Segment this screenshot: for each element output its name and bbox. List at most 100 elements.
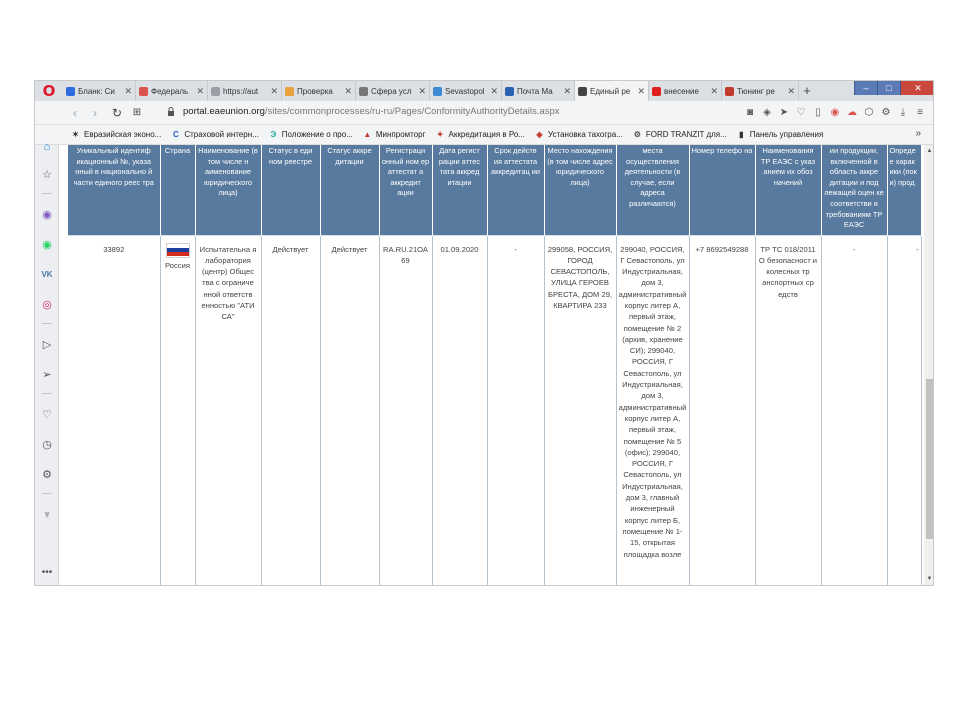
sidebar-divider <box>42 493 52 494</box>
new-tab-icon[interactable]: + <box>799 83 815 99</box>
sidebar-divider <box>42 323 52 324</box>
ford-icon: ⚙ <box>633 130 641 139</box>
settings-icon[interactable]: ⚙ <box>879 105 893 121</box>
bookmark-item[interactable]: C Страховой интерн... <box>171 130 259 139</box>
cell-id: 33892 <box>68 234 161 585</box>
tab-proverka[interactable]: Проверка ✕ <box>282 81 356 101</box>
tab-close-icon[interactable]: ✕ <box>490 86 498 97</box>
column-header[interactable]: Статус в еди ном реестре <box>261 145 321 235</box>
favicon-icon <box>66 86 75 96</box>
tab-mail[interactable]: Почта Ма ✕ <box>502 81 575 101</box>
column-header[interactable]: Номер телефо на <box>689 145 756 235</box>
tab-sevastopol[interactable]: Sevastopol ✕ <box>430 81 502 101</box>
player-icon[interactable]: ▷ <box>39 337 55 353</box>
tab-close-icon[interactable]: ✕ <box>124 86 132 97</box>
scroll-down-icon[interactable]: ▼ <box>925 575 933 584</box>
close-window-button[interactable]: ✕ <box>900 81 933 95</box>
tab-close-icon[interactable]: ✕ <box>270 86 278 97</box>
messenger-icon[interactable]: ◉ <box>39 207 55 223</box>
column-header[interactable]: ии продукции, включенной в область аккре… <box>821 145 888 235</box>
tachograph-icon: ◈ <box>536 130 543 139</box>
scroll-up-icon[interactable]: ▲ <box>925 147 933 156</box>
url-host: portal.eaeunion.org <box>183 106 265 117</box>
column-header[interactable]: Наименования ТР ЕАЭС с указ анием их обо… <box>755 145 822 235</box>
tab-close-icon[interactable]: ✕ <box>637 86 645 97</box>
tab-strip: O Бланк: Си ✕ Федераль ✕ https://aut ✕ П… <box>35 81 933 101</box>
camera-icon[interactable]: ◙ <box>743 105 757 121</box>
column-header[interactable]: Регистраци онный ном ер аттестат а аккре… <box>379 145 433 235</box>
opera-menu-icon[interactable]: O <box>41 83 57 99</box>
tab-close-icon[interactable]: ✕ <box>344 86 352 97</box>
heart-icon[interactable]: ♡ <box>39 407 55 423</box>
column-header[interactable]: Уникальный идентиф икационный №, указа н… <box>68 145 161 235</box>
column-header[interactable]: места осуществления деятельности (в случ… <box>616 145 690 235</box>
home-icon[interactable]: ⌂ <box>39 139 55 155</box>
bookmark-item[interactable]: ✶ Евразийская эконо... <box>71 130 161 139</box>
bookmark-item[interactable]: ▮ Панель управления <box>737 130 823 139</box>
speed-dial-icon[interactable]: ⊞ <box>129 105 145 121</box>
cell-activity-address: 299040, РОССИЯ, Г Севастополь, ул Индуст… <box>616 234 690 585</box>
column-header[interactable]: Наименование (в том числе н аименование … <box>195 145 262 235</box>
send-icon[interactable]: ➤ <box>777 105 791 121</box>
bookmark-item[interactable]: ⚙ FORD TRANZIT для... <box>633 130 727 139</box>
tab-federal[interactable]: Федераль ✕ <box>136 81 208 101</box>
tab-close-icon[interactable]: ✕ <box>563 86 571 97</box>
bookmark-icon[interactable]: ▯ <box>811 105 825 121</box>
table-row[interactable]: 33892 Россия Испытательна я лаборатория … <box>68 234 922 585</box>
tab-label: внесение <box>664 86 699 96</box>
column-header[interactable]: Срок действ ия аттестата аккредитац ии <box>487 145 545 235</box>
tab-close-icon[interactable]: ✕ <box>710 86 718 97</box>
minimize-button[interactable]: – <box>854 81 877 95</box>
eaeu-icon: ✶ <box>72 130 79 139</box>
country-name: Россия <box>165 260 190 270</box>
lock-icon[interactable] <box>167 107 175 116</box>
tab-close-icon[interactable]: ✕ <box>787 86 795 97</box>
settings-icon[interactable]: ⚙ <box>39 467 55 483</box>
tab-close-icon[interactable]: ✕ <box>418 86 426 97</box>
column-header[interactable]: Статус аккре дитации <box>320 145 380 235</box>
cell-accreditation-status: Действует <box>320 234 380 585</box>
cloud-icon[interactable]: ☁ <box>845 105 859 121</box>
more-icon[interactable]: ••• <box>39 565 55 581</box>
vk-icon[interactable]: VK <box>39 267 55 283</box>
more-bookmarks-icon[interactable]: » <box>915 128 921 139</box>
maximize-button[interactable]: □ <box>877 81 900 95</box>
bookmark-item[interactable]: Э Положение о про... <box>269 130 352 139</box>
tab-vnesenie[interactable]: внесение ✕ <box>649 81 722 101</box>
bookmark-item[interactable]: ◈ Установка тахогра... <box>535 130 622 139</box>
column-header[interactable]: Дата регист рации аттес тата аккред итац… <box>432 145 488 235</box>
instagram-icon[interactable]: ◎ <box>39 297 55 313</box>
cell-tr-names: ТР ТС 018/2011 О безопасност и колесных … <box>755 234 822 585</box>
forward-icon[interactable]: › <box>87 105 103 121</box>
back-icon[interactable]: ‹ <box>67 105 83 121</box>
bookmark-item[interactable]: ✦ Аккредитация в Ро... <box>436 130 525 139</box>
tab-https-auto[interactable]: https://aut ✕ <box>208 81 282 101</box>
column-header[interactable]: Место нахождения (в том числе адрес юрид… <box>544 145 617 235</box>
extension-icon[interactable]: ◉ <box>828 105 842 121</box>
tips-icon[interactable]: ♆ <box>39 507 55 523</box>
tab-tuning[interactable]: Тюнинг ре ✕ <box>722 81 799 101</box>
shield-icon[interactable]: ◈ <box>760 105 774 121</box>
tab-unified-registry[interactable]: Единый ре ✕ <box>575 81 649 101</box>
reload-icon[interactable]: ↻ <box>109 105 125 121</box>
tab-blank[interactable]: Бланк: Си ✕ <box>63 81 136 101</box>
url-path: /sites/commonprocesses/ru-ru/Pages/Confo… <box>264 106 560 117</box>
send-icon[interactable]: ➢ <box>39 367 55 383</box>
column-header[interactable]: Опреде е харак ики (пок и) прод <box>887 145 922 235</box>
url-input[interactable]: portal.eaeunion.org/sites/commonprocesse… <box>183 106 560 117</box>
menu-icon[interactable]: ≡ <box>913 105 927 121</box>
heart-icon[interactable]: ♡ <box>794 105 808 121</box>
column-header[interactable]: Страна <box>160 145 196 235</box>
star-icon[interactable]: ☆ <box>39 167 55 183</box>
favicon-icon <box>211 86 220 96</box>
tab-close-icon[interactable]: ✕ <box>196 86 204 97</box>
whatsapp-icon[interactable]: ◉ <box>39 237 55 253</box>
tab-sfera[interactable]: Сфера усл ✕ <box>356 81 430 101</box>
history-icon[interactable]: ◷ <box>39 437 55 453</box>
bookmark-item[interactable]: ▲ Минпромторг <box>363 130 425 139</box>
vertical-scrollbar[interactable]: ▲ ▼ <box>924 145 933 585</box>
download-icon[interactable]: ⤓ <box>896 105 910 121</box>
cube-icon[interactable]: ⬡ <box>862 105 876 121</box>
scrollbar-thumb[interactable] <box>926 379 933 539</box>
page-icon: ▮ <box>739 130 744 139</box>
